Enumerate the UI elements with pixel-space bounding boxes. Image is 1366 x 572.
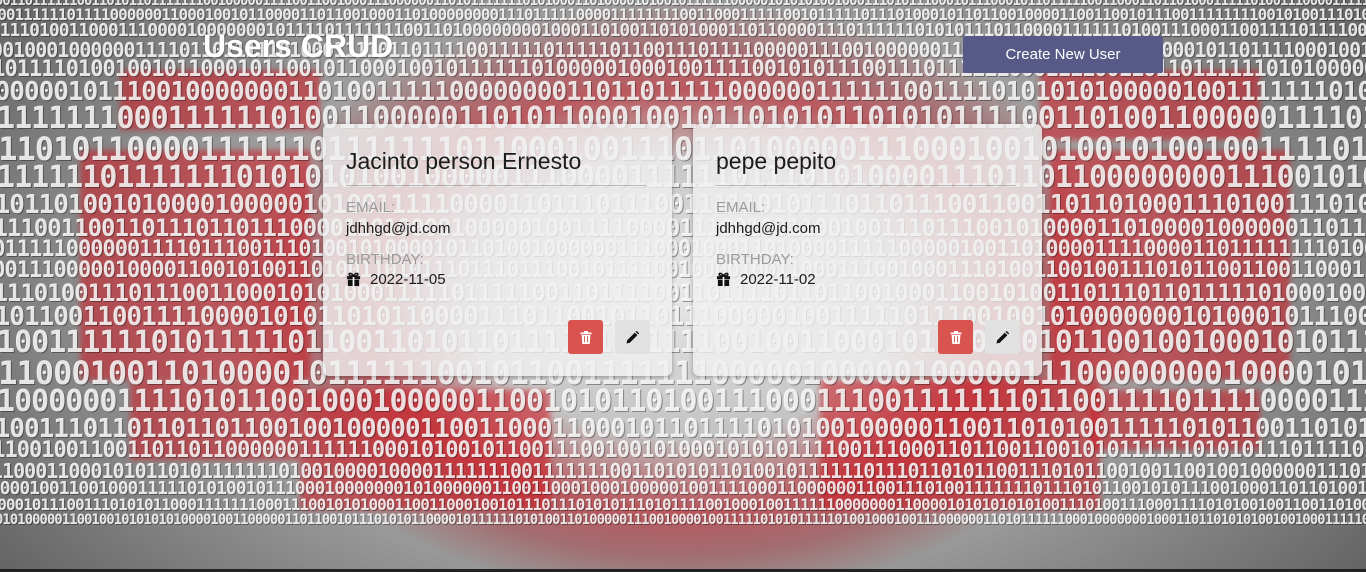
create-user-button[interactable]: Create New User bbox=[963, 36, 1163, 73]
pencil-icon bbox=[996, 330, 1009, 343]
delete-button[interactable] bbox=[568, 320, 603, 354]
gift-icon bbox=[716, 272, 731, 287]
background-binary-image: 0100110111111001101011011111110010000011… bbox=[0, 0, 1366, 570]
card-divider bbox=[716, 185, 1016, 186]
user-email: jdhhgd@jd.com bbox=[716, 220, 821, 237]
pencil-icon bbox=[626, 330, 639, 343]
user-email: jdhhgd@jd.com bbox=[346, 220, 451, 237]
card-divider bbox=[346, 185, 646, 186]
user-birthday: 2022-11-02 bbox=[740, 271, 816, 288]
edit-button[interactable] bbox=[615, 320, 650, 354]
birthday-label: BIRTHDAY: bbox=[716, 251, 794, 268]
edit-button[interactable] bbox=[985, 320, 1020, 354]
user-name: pepe pepito bbox=[716, 148, 837, 174]
gift-icon bbox=[346, 272, 361, 287]
birthday-label: BIRTHDAY: bbox=[346, 251, 424, 268]
email-label: EMAIL: bbox=[346, 199, 396, 216]
page-title: Users CRUD bbox=[203, 28, 394, 64]
user-birthday: 2022-11-05 bbox=[370, 271, 446, 288]
user-card: Jacinto person Ernesto EMAIL: jdhhgd@jd.… bbox=[323, 124, 672, 376]
user-card: pepe pepito EMAIL: jdhhgd@jd.com BIRTHDA… bbox=[693, 124, 1042, 376]
trash-icon bbox=[950, 330, 961, 344]
user-name: Jacinto person Ernesto bbox=[346, 148, 582, 174]
trash-icon bbox=[580, 330, 591, 344]
delete-button[interactable] bbox=[938, 320, 973, 354]
email-label: EMAIL: bbox=[716, 199, 766, 216]
